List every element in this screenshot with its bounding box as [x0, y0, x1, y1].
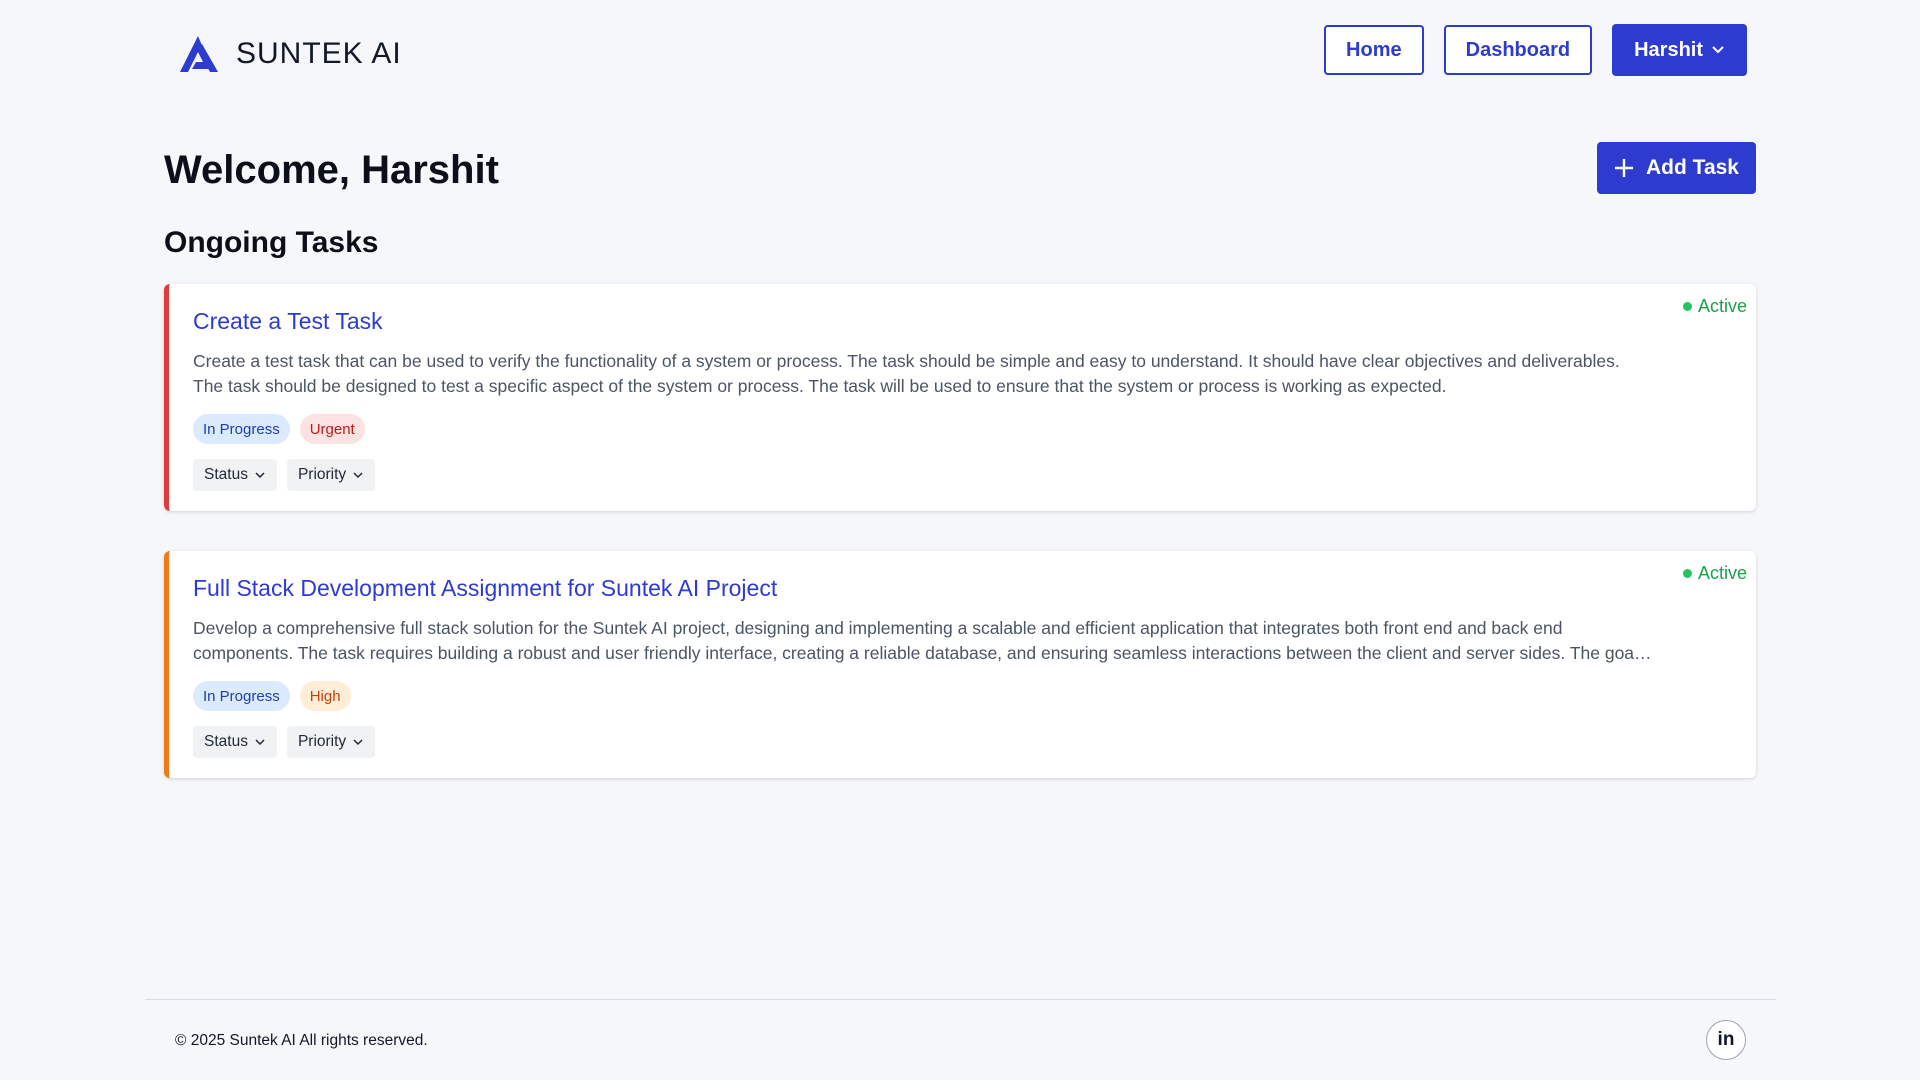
status-badge: In Progress [193, 414, 290, 444]
chevron-down-icon [255, 472, 265, 479]
task-actions: Status Priority [193, 459, 376, 491]
active-dot-icon [1682, 302, 1692, 311]
task-state-label: Active [1697, 563, 1747, 583]
plus-icon [1615, 159, 1634, 177]
status-dropdown[interactable]: Status [193, 459, 277, 491]
priority-badge: Urgent [299, 414, 365, 444]
task-tags: In Progress High [193, 681, 351, 711]
copyright-text: © 2025 Suntek AI All rights reserved. [175, 1032, 428, 1049]
section-title: Ongoing Tasks [164, 226, 379, 259]
chevron-down-icon [353, 472, 363, 479]
home-button[interactable]: Home [1324, 25, 1424, 75]
status-dropdown[interactable]: Status [193, 726, 277, 758]
user-name: Harshit [1634, 38, 1703, 61]
brand-logo[interactable]: SUNTEK AI [176, 34, 402, 74]
brand-name: SUNTEK AI [236, 37, 402, 70]
priority-dropdown-label: Priority [297, 733, 347, 750]
priority-dropdown-label: Priority [297, 466, 347, 483]
task-tags: In Progress Urgent [193, 414, 365, 444]
chevron-down-icon [353, 739, 363, 746]
task-actions: Status Priority [193, 726, 376, 758]
task-description: Develop a comprehensive full stack solut… [193, 618, 1638, 663]
top-nav: Home Dashboard Harshit [1324, 24, 1747, 76]
priority-badge: High [299, 681, 351, 711]
page: SUNTEK AI Home Dashboard Harshit Welcome… [0, 0, 1920, 1080]
status-dropdown-label: Status [204, 466, 248, 483]
header: SUNTEK AI Home Dashboard Harshit [0, 0, 1920, 104]
linkedin-label: in [1717, 1029, 1735, 1050]
active-dot-icon [1682, 569, 1692, 578]
chevron-down-icon [255, 739, 265, 746]
task-card[interactable]: Create a Test Task Active Create a test … [164, 284, 1756, 511]
add-task-button[interactable]: Add Task [1597, 142, 1756, 194]
dashboard-button[interactable]: Dashboard [1443, 25, 1593, 75]
status-badge: In Progress [193, 681, 290, 711]
task-state: Active [1682, 563, 1747, 584]
add-task-label: Add Task [1646, 156, 1739, 179]
task-description: Create a test task that can be used to v… [193, 351, 1620, 396]
priority-dropdown[interactable]: Priority [286, 459, 376, 491]
task-state: Active [1682, 296, 1747, 317]
footer-divider [145, 999, 1776, 1000]
task-title[interactable]: Full Stack Development Assignment for Su… [193, 575, 777, 602]
user-menu-button[interactable]: Harshit [1612, 24, 1747, 76]
page-title: Welcome, Harshit [164, 148, 499, 192]
status-dropdown-label: Status [204, 733, 248, 750]
task-state-label: Active [1697, 296, 1747, 316]
chevron-down-icon [1712, 46, 1724, 54]
linkedin-icon[interactable]: in [1706, 1020, 1746, 1060]
task-title[interactable]: Create a Test Task [193, 308, 383, 335]
priority-dropdown[interactable]: Priority [286, 726, 376, 758]
task-card[interactable]: Full Stack Development Assignment for Su… [164, 551, 1756, 778]
suntek-logo-icon [180, 36, 218, 72]
